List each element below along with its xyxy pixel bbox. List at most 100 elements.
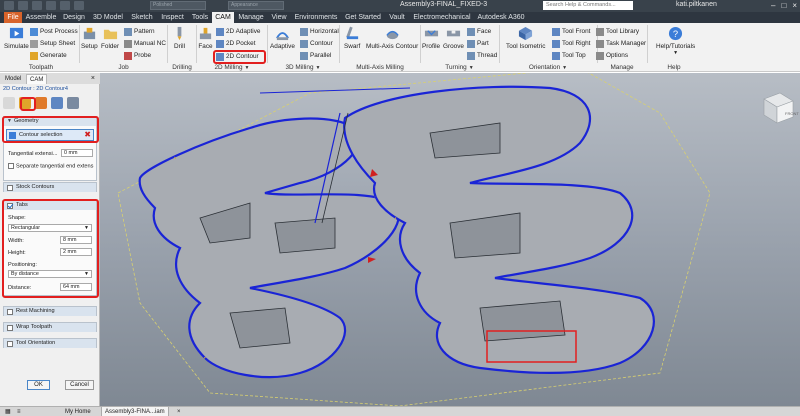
tab-assembly-doc[interactable]: Assembly3-FINA...iam [101, 407, 169, 416]
probe-button[interactable]: Probe [124, 50, 151, 61]
tab-cam[interactable]: CAM [26, 74, 48, 84]
group-3d-milling-label[interactable]: 3D Milling ▼ [268, 64, 338, 72]
user-name[interactable]: kati.piltkanen [676, 1, 717, 8]
rest-machining-header[interactable]: Rest Machining [4, 307, 96, 316]
tool-front-button[interactable]: Tool Front [552, 26, 590, 37]
view-cube[interactable]: FRONT [763, 92, 799, 124]
tab-get-started[interactable]: Get Started [342, 12, 384, 23]
tab-assemble[interactable]: Assemble [24, 12, 58, 23]
group-orientation-label[interactable]: Orientation ▼ [500, 64, 596, 72]
post-process-icon [30, 27, 38, 36]
window-title: Assembly3-FINAL_FIXED-3 [400, 1, 488, 8]
ok-button[interactable]: OK [27, 380, 50, 390]
rest-machining-checkbox[interactable] [7, 308, 13, 315]
tab-manage[interactable]: Manage [236, 12, 266, 23]
turning-face-button[interactable]: Face [467, 26, 491, 37]
close-icon[interactable]: × [792, 0, 797, 11]
tool-isometric-button[interactable]: Tool Isometric [506, 26, 545, 50]
task-manager-button[interactable]: Task Manager [596, 38, 646, 49]
minimize-icon[interactable]: – [771, 0, 775, 11]
tab-autodesk-a360[interactable]: Autodesk A360 [476, 12, 526, 23]
options-button[interactable]: Options [596, 50, 628, 61]
tab-my-home[interactable]: My Home [62, 407, 94, 416]
2d-pocket-button[interactable]: 2D Pocket [216, 38, 255, 49]
wrap-toolpath-header[interactable]: Wrap Toolpath [4, 323, 96, 332]
2d-adaptive-button[interactable]: 2D Adaptive [216, 26, 260, 37]
tab-design[interactable]: Design [61, 12, 87, 23]
horizontal-button[interactable]: Horizontal [300, 26, 339, 37]
parallel-button[interactable]: Parallel [300, 50, 331, 61]
groove-button[interactable]: Groove [443, 26, 464, 50]
cancel-button[interactable]: Cancel [65, 380, 94, 390]
stock-contours-header[interactable]: Stock Contours [4, 183, 96, 192]
grid-icon[interactable]: ▦ [2, 407, 14, 416]
setup-button[interactable]: Setup [81, 26, 98, 50]
menu-icon[interactable]: ≡ [14, 407, 24, 416]
separate-tangential-checkbox[interactable] [8, 163, 14, 169]
undo-icon[interactable] [46, 1, 56, 10]
tab-model[interactable]: Model [2, 74, 24, 84]
post-process-button[interactable]: Post Process [30, 26, 78, 37]
passes-tab-icon[interactable] [51, 97, 63, 109]
view-cube-label: FRONT [785, 111, 799, 116]
drill-icon [177, 26, 182, 41]
tool-library-button[interactable]: Tool Library [596, 26, 639, 37]
heights-tab-icon[interactable] [35, 97, 47, 109]
wrap-toolpath-section: Wrap Toolpath [3, 322, 97, 332]
graphics-viewport[interactable]: FRONT [100, 73, 800, 406]
profile-button[interactable]: Profile [422, 26, 440, 50]
group-2d-milling-label[interactable]: 2D Milling ▼ [198, 64, 266, 72]
multi-axis-contour-button[interactable]: Multi-Axis Contour [366, 26, 418, 50]
setup-sheet-icon [30, 39, 38, 48]
stock-contours-checkbox[interactable] [7, 184, 13, 191]
tangential-extension-input[interactable]: 0 mm [61, 149, 93, 157]
profile-icon [424, 30, 438, 37]
tool-tab-icon[interactable] [3, 97, 15, 109]
tab-3d-model[interactable]: 3D Model [90, 12, 126, 23]
tool-right-button[interactable]: Tool Right [552, 38, 590, 49]
swarf-button[interactable]: Swarf [344, 26, 360, 50]
tool-orientation-checkbox[interactable] [7, 340, 13, 347]
folder-button[interactable]: Folder [101, 26, 119, 50]
contour-button[interactable]: Contour [300, 38, 333, 49]
tab-cam[interactable]: CAM [212, 12, 234, 23]
tab-sketch[interactable]: Sketch [128, 12, 156, 23]
part-graphics[interactable]: FRONT [100, 73, 800, 406]
generate-button[interactable]: Generate [30, 50, 67, 61]
adaptive-button[interactable]: Adaptive [270, 26, 295, 50]
group-turning-label[interactable]: Turning ▼ [421, 64, 498, 72]
redo-icon[interactable] [60, 1, 70, 10]
manual-nc-button[interactable]: Manual NC [124, 38, 166, 49]
tool-orientation-header[interactable]: Tool Orientation [4, 339, 96, 348]
setup-sheet-button[interactable]: Setup Sheet [30, 38, 75, 49]
tab-view[interactable]: View [268, 12, 290, 23]
drill-button[interactable]: Drill [172, 26, 187, 50]
wrap-toolpath-checkbox[interactable] [7, 324, 13, 331]
appearance-combo[interactable]: Appearance [228, 1, 284, 10]
pattern-button[interactable]: Pattern [124, 26, 155, 37]
save-icon[interactable] [32, 1, 42, 10]
tab-tools[interactable]: Tools [189, 12, 211, 23]
help-search-input[interactable]: Search Help & Commands... [543, 1, 633, 10]
tool-top-button[interactable]: Tool Top [552, 50, 586, 61]
maximize-icon[interactable]: □ [781, 0, 786, 11]
tab-vault[interactable]: Vault [386, 12, 408, 23]
doc-close-icon[interactable]: × [174, 407, 184, 416]
linking-tab-icon[interactable] [67, 97, 79, 109]
tab-environments[interactable]: Environments [292, 12, 340, 23]
home-icon[interactable] [74, 1, 84, 10]
simulate-button[interactable]: Simulate [4, 26, 29, 50]
thread-button[interactable]: Thread [467, 50, 497, 61]
tab-electromechanical[interactable]: Electromechanical [410, 12, 474, 23]
tab-inspect[interactable]: Inspect [158, 12, 187, 23]
start-arrow-2 [368, 257, 376, 263]
face-button[interactable]: Face [198, 26, 213, 50]
separate-tangential-row[interactable]: Separate tangential end extens [8, 163, 93, 169]
panel-close-icon[interactable]: × [88, 74, 98, 84]
tab-file[interactable]: File [4, 12, 22, 23]
new-icon[interactable] [4, 1, 14, 10]
part-button[interactable]: Part [467, 38, 489, 49]
visual-style-combo[interactable]: Polished [150, 1, 206, 10]
help-tutorials-button[interactable]: ? Help/Tutorials ▼ [656, 26, 695, 56]
open-icon[interactable] [18, 1, 28, 10]
